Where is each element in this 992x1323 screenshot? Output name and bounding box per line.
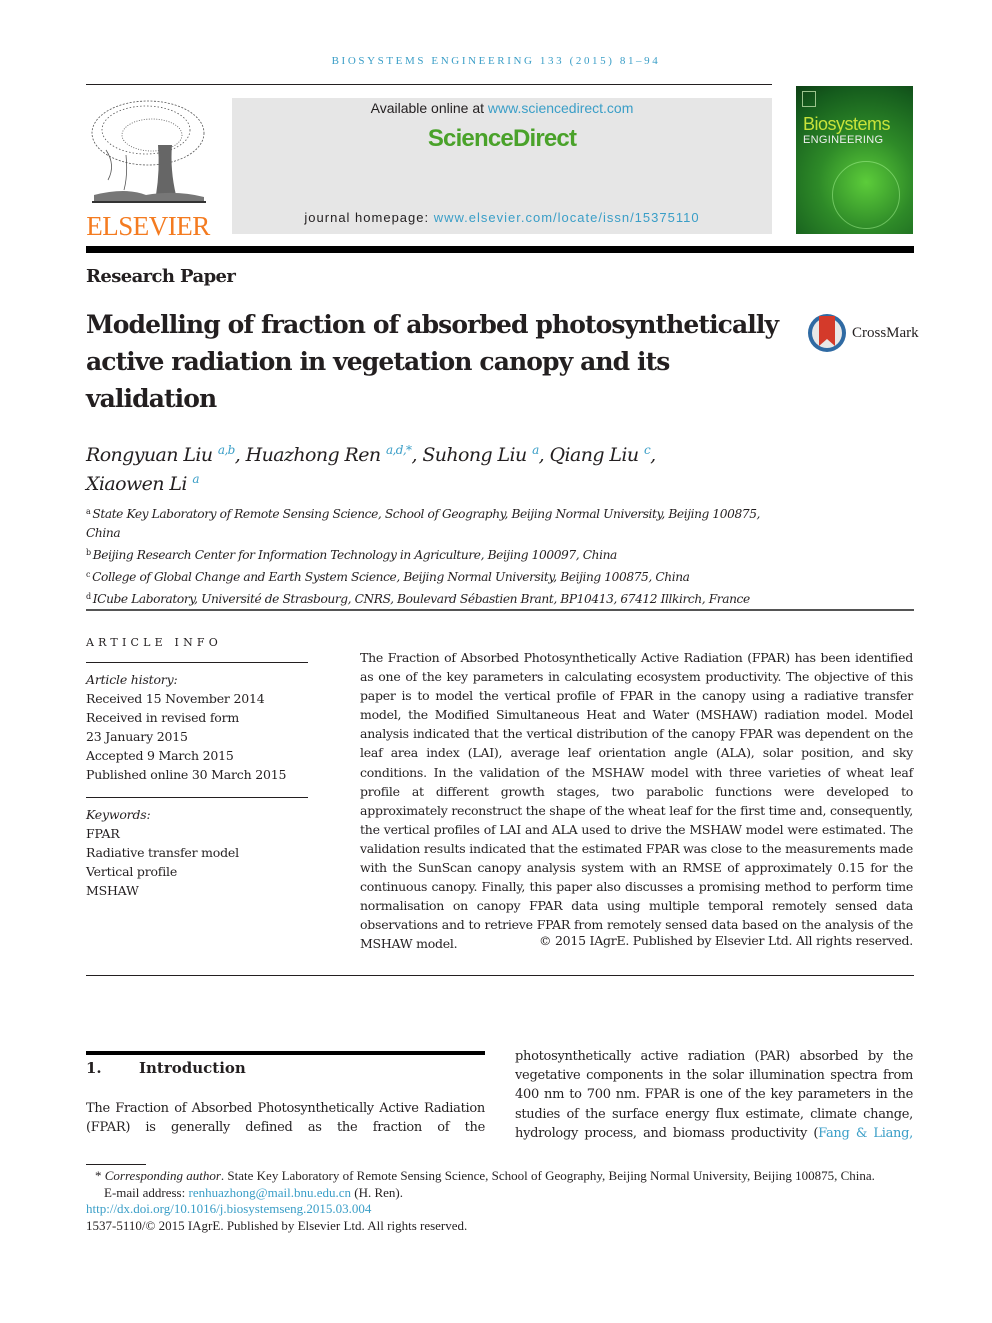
affiliation-item: a State Key Laboratory of Remote Sensing …	[86, 502, 786, 543]
article-title: Modelling of fraction of absorbed photos…	[86, 310, 779, 413]
crossmark-label: CrossMark	[852, 324, 919, 341]
journal-reference: BIOSYSTEMS ENGINEERING 133 (2015) 81–94	[331, 55, 661, 67]
affiliation-item: d ICube Laboratory, Université de Strasbo…	[86, 587, 786, 609]
author-name: Huazhong Ren	[245, 444, 381, 466]
article-type: Research Paper	[86, 266, 236, 287]
abstract-copyright: © 2015 IAgrE. Published by Elsevier Ltd.…	[539, 933, 913, 948]
issn-line: 1537-5110/© 2015 IAgrE. Published by Els…	[86, 1217, 468, 1233]
footnotes: * Corresponding author. State Key Labora…	[86, 1168, 913, 1234]
affiliation-text: State Key Laboratory of Remote Sensing S…	[86, 507, 761, 540]
journal-homepage-link[interactable]: www.elsevier.com/locate/issn/15375110	[434, 210, 700, 225]
cover-title: Biosystems	[803, 114, 891, 134]
article-history: Article history: Received 15 November 20…	[86, 670, 308, 784]
cover-subtitle: ENGINEERING	[803, 134, 884, 146]
abstract: The Fraction of Absorbed Photosynthetica…	[360, 650, 913, 952]
affiliation-item: b Beijing Research Center for Information…	[86, 543, 786, 565]
section-number: 1.	[86, 1059, 102, 1077]
history-item: Received 15 November 2014	[86, 691, 265, 706]
elsevier-logo[interactable]: ELSEVIER	[86, 95, 210, 240]
history-item: Received in revised form	[86, 710, 240, 725]
affiliation-text: College of Global Change and Earth Syste…	[92, 570, 690, 584]
cover-decoration	[832, 161, 900, 229]
author-name: Rongyuan Liu	[86, 444, 213, 466]
history-item: 23 January 2015	[86, 729, 188, 744]
keyword: Vertical profile	[86, 864, 178, 879]
intro-paragraph-col2: photosynthetically active radiation (PAR…	[515, 1049, 913, 1141]
author-name: Qiang Liu	[549, 444, 640, 466]
footnote-rule	[86, 1164, 146, 1165]
header-thick-rule	[86, 246, 914, 253]
cover-publisher-mark	[802, 91, 816, 107]
keywords: Keywords: FPAR Radiative transfer model …	[86, 805, 308, 900]
author-separator: ,	[650, 444, 656, 466]
affiliation-text: Beijing Research Center for Information …	[92, 548, 618, 562]
keywords-label: Keywords:	[86, 807, 151, 822]
journal-homepage: journal homepage: www.elsevier.com/locat…	[304, 210, 700, 225]
author-separator: ,	[538, 444, 550, 466]
doi-link[interactable]: http://dx.doi.org/10.1016/j.biosystemsen…	[86, 1201, 371, 1216]
tree-icon	[91, 100, 206, 203]
affiliation-key: c	[86, 570, 91, 579]
author-separator: ,	[234, 444, 246, 466]
author-affiliation-marker[interactable]: a,b	[218, 443, 235, 457]
affiliation-key: a	[86, 507, 91, 516]
section-rule	[86, 1051, 485, 1055]
article-info-rule	[86, 662, 308, 663]
article-history-label: Article history:	[86, 672, 178, 687]
section-title: Introduction	[139, 1059, 246, 1077]
section-heading-introduction: 1. Introduction	[86, 1059, 246, 1077]
keywords-rule	[86, 797, 308, 798]
keyword: Radiative transfer model	[86, 845, 239, 860]
author-name: Suhong Liu	[422, 444, 527, 466]
affiliation-divider	[86, 609, 914, 611]
affiliations: a State Key Laboratory of Remote Sensing …	[86, 502, 786, 609]
author-name: Xiaowen Li	[86, 473, 187, 495]
author-affiliation-marker[interactable]: a,d,*	[386, 443, 412, 457]
citation-link[interactable]: Fang & Liang,	[818, 1126, 913, 1141]
affiliation-text: ICube Laboratory, Université de Strasbou…	[92, 592, 750, 606]
history-item: Accepted 9 March 2015	[86, 748, 234, 763]
header-divider	[86, 84, 772, 85]
history-item: Published online 30 March 2015	[86, 767, 287, 782]
affiliation-key: d	[86, 592, 91, 601]
email-note: E-mail address: renhuazhong@mail.bnu.edu…	[104, 1184, 403, 1200]
sciencedirect-logo[interactable]: ScienceDirect	[232, 125, 772, 153]
abstract-divider	[86, 975, 914, 976]
author-affiliation-marker[interactable]: a	[192, 472, 199, 486]
email-link[interactable]: renhuazhong@mail.bnu.edu.cn	[188, 1185, 351, 1200]
corresponding-author-note: * Corresponding author. State Key Labora…	[95, 1168, 875, 1183]
crossmark-button[interactable]: CrossMark	[806, 312, 919, 354]
author-separator: ,	[411, 444, 423, 466]
affiliation-key: b	[86, 548, 91, 557]
author-list: Rongyuan Liu a,b, Huazhong Ren a,d,*, Su…	[86, 438, 746, 496]
keyword: MSHAW	[86, 883, 139, 898]
affiliation-item: c College of Global Change and Earth Syst…	[86, 565, 786, 587]
keyword: FPAR	[86, 826, 120, 841]
elsevier-wordmark: ELSEVIER	[86, 211, 210, 241]
available-online: Available online at www.sciencedirect.co…	[370, 100, 634, 116]
article-info-heading: ARTICLE INFO	[86, 636, 222, 649]
crossmark-icon	[808, 314, 846, 352]
sciencedirect-link[interactable]: www.sciencedirect.com	[488, 100, 634, 116]
sciencedirect-banner: Available online at www.sciencedirect.co…	[232, 98, 772, 234]
journal-cover[interactable]: Biosystems ENGINEERING	[796, 86, 913, 234]
intro-paragraph-col1: The Fraction of Absorbed Photosynthetica…	[86, 1101, 485, 1136]
